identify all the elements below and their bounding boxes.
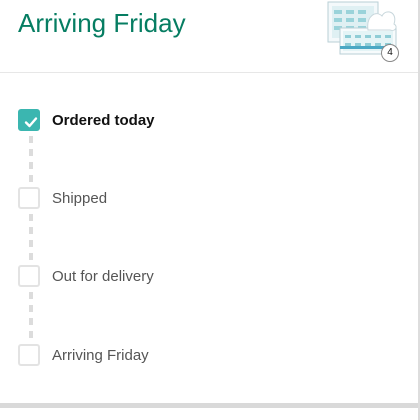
checkmark-icon: [24, 117, 38, 128]
progress-connector: [29, 136, 33, 184]
step-ordered: Ordered today: [18, 109, 398, 133]
progress-connector: [29, 292, 33, 340]
step-checkbox: [18, 265, 40, 287]
step-arriving: Arriving Friday: [18, 344, 398, 368]
step-label: Out for delivery: [52, 268, 154, 285]
step-label: Ordered today: [52, 112, 155, 129]
step-checkbox: [18, 187, 40, 209]
step-out-for-delivery: Out for delivery: [18, 265, 398, 289]
step-shipped: Shipped: [18, 187, 398, 211]
step-label: Arriving Friday: [52, 347, 149, 364]
step-label: Shipped: [52, 190, 108, 207]
shipment-tracker-screen: Arriving Friday 4 Ordered today Shipped …: [0, 0, 420, 420]
tracking-progress: Ordered today Shipped Out for delivery A…: [0, 0, 420, 420]
step-checkbox: [18, 344, 40, 366]
progress-connector: [29, 214, 33, 262]
step-checkbox-checked: [18, 109, 40, 131]
section-divider: [0, 403, 420, 408]
